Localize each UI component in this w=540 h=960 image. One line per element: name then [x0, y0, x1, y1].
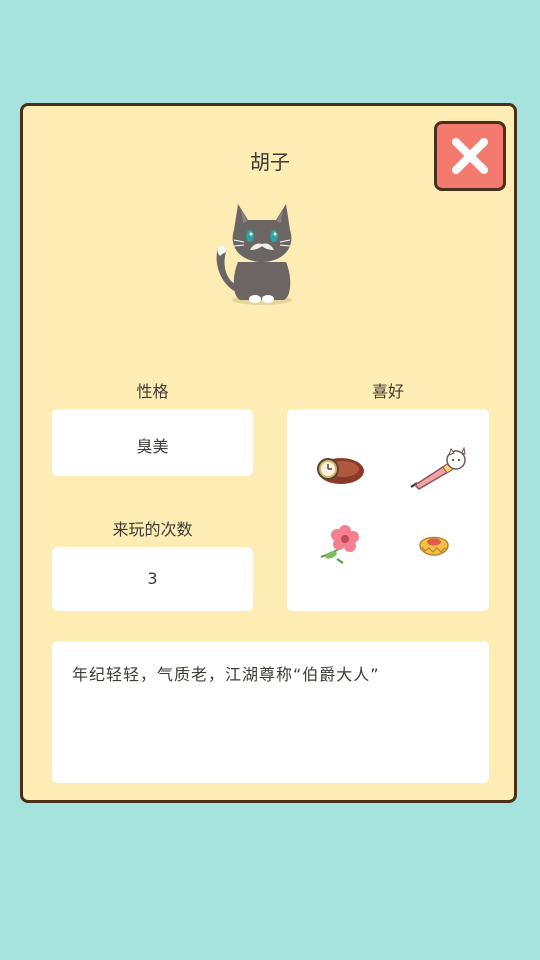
wristwatch-icon: [317, 458, 364, 484]
personality-value: 臭美: [136, 437, 169, 456]
cat-name: 胡子: [250, 150, 290, 174]
cookie-icon: [419, 536, 449, 556]
favorites-label: 喜好: [371, 382, 404, 401]
description-box: 年纪轻轻，气质老，江湖尊称“伯爵大人”: [52, 641, 489, 783]
visits-box: 3: [52, 547, 253, 611]
cat-description: 年纪轻轻，气质老，江湖尊称“伯爵大人”: [72, 665, 380, 684]
cat-portrait: [216, 204, 292, 305]
visits-value: 3: [147, 569, 158, 588]
flower-icon: [320, 525, 359, 564]
visits-label: 来玩的次数: [112, 520, 193, 539]
cat-pen-icon: [410, 447, 466, 490]
personality-box: 臭美: [52, 409, 253, 476]
personality-label: 性格: [136, 382, 169, 401]
favorites-box: [287, 409, 489, 611]
